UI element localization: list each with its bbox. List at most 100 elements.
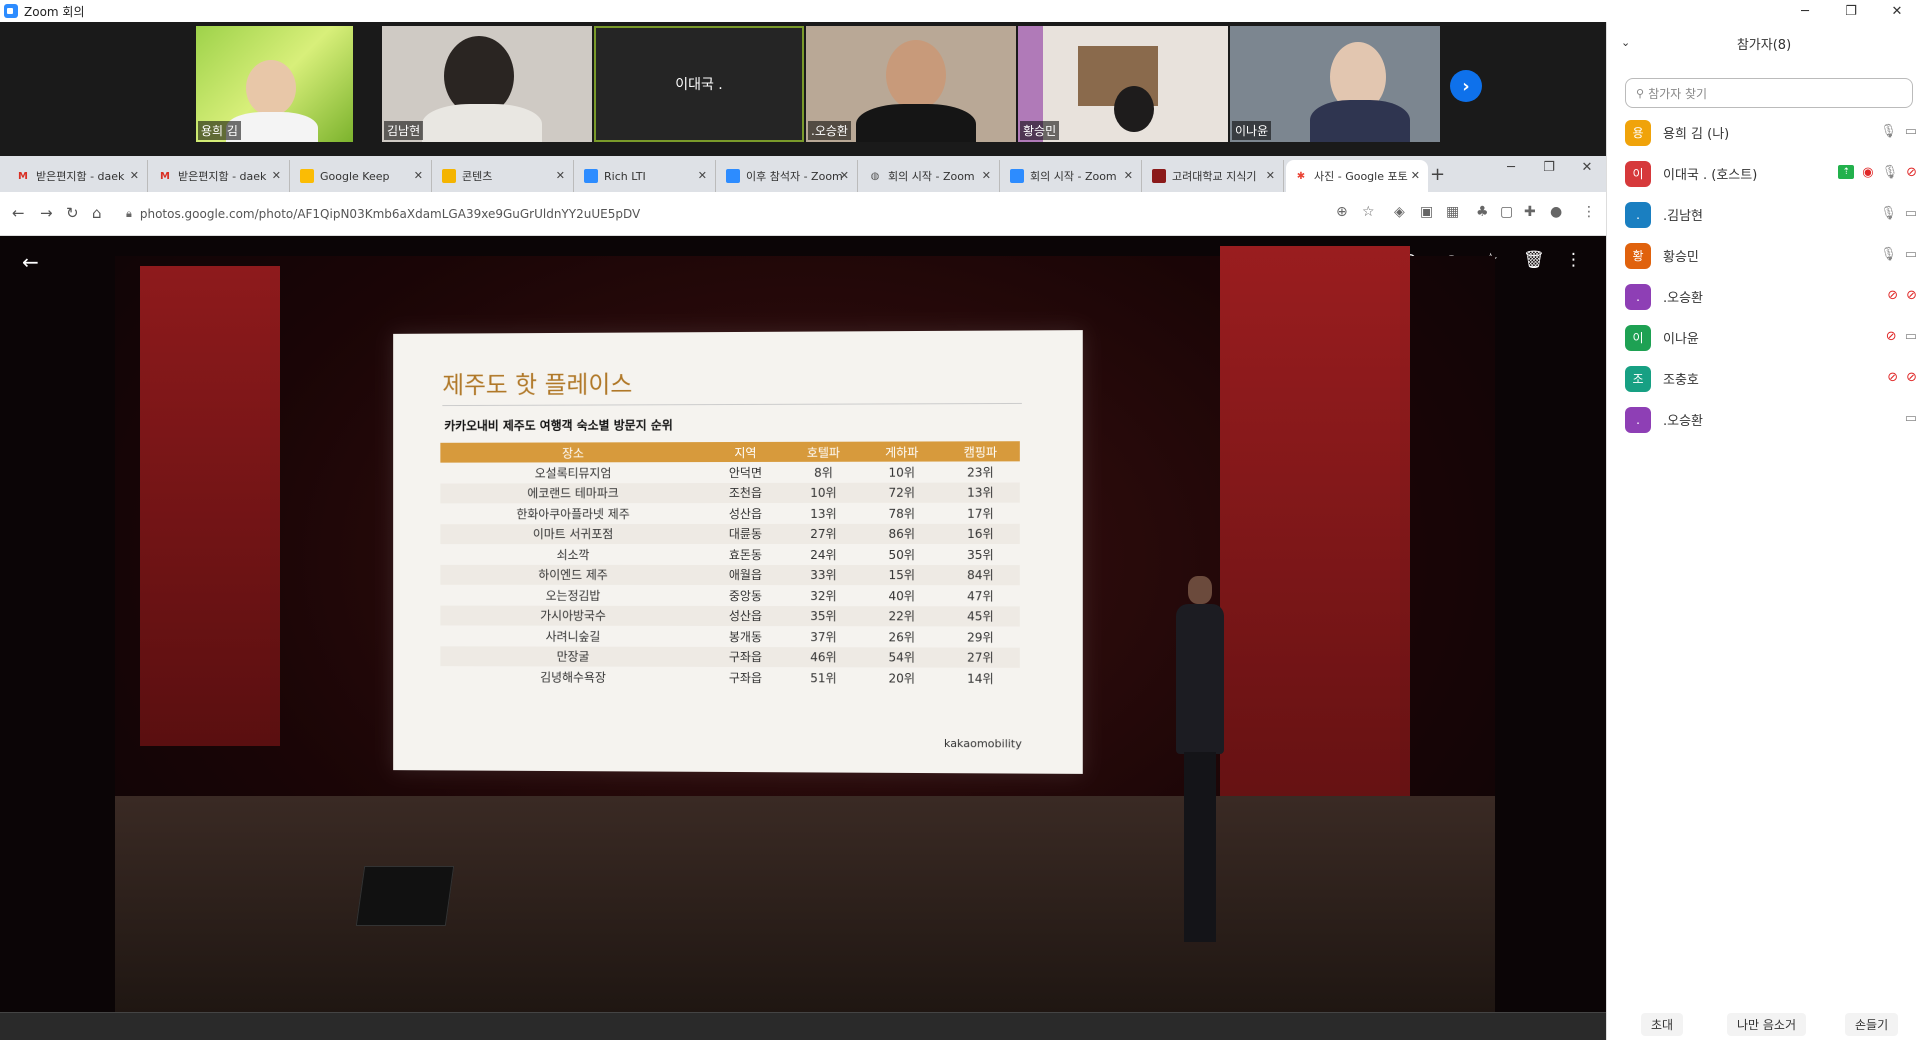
table-cell: 효돈동: [728, 547, 762, 562]
close-tab-icon[interactable]: ✕: [272, 169, 281, 182]
close-button[interactable]: ✕: [1874, 0, 1920, 22]
participant-row[interactable]: 조 조충호 ⊘ ⊘: [1607, 358, 1920, 399]
video-off-icon[interactable]: ⊘: [1906, 165, 1917, 180]
back-arrow-icon[interactable]: ←: [22, 250, 39, 274]
new-tab-button[interactable]: +: [1430, 164, 1445, 185]
tab-label: Google Keep: [320, 169, 390, 183]
slide-title: 제주도 핫 플레이스: [442, 370, 633, 400]
mic-icon[interactable]: 🎙︎: [1880, 124, 1897, 139]
gallery-next-button[interactable]: ›: [1450, 70, 1482, 102]
more-options-icon[interactable]: ⋮: [1565, 250, 1582, 270]
mic-icon[interactable]: 🎙︎: [1882, 165, 1899, 180]
table-cell: 쇠소깍: [556, 547, 590, 562]
screen-share-icon[interactable]: ⇡: [1838, 165, 1855, 179]
participant-row[interactable]: 용 용희 김 (나) 🎙︎ ▭: [1607, 112, 1920, 153]
video-off-icon[interactable]: ⊘: [1906, 288, 1917, 303]
mic-muted-icon[interactable]: ⊘: [1886, 329, 1897, 344]
table-row: 가시아방국수 성산읍 35위 22위 45위: [440, 605, 1020, 627]
close-tab-icon[interactable]: ✕: [1411, 169, 1420, 182]
close-tab-icon[interactable]: ✕: [414, 169, 423, 182]
forward-icon[interactable]: →: [40, 204, 53, 222]
video-tile[interactable]: .오승환: [806, 26, 1016, 142]
browser-tab[interactable]: 이후 참석자 - Zoom ✕: [718, 160, 858, 192]
table-cell: 안덕면: [728, 465, 762, 480]
browser-tab[interactable]: Google Keep ✕: [292, 160, 432, 192]
table-cell: 15위: [862, 564, 942, 586]
close-tab-icon[interactable]: ✕: [1266, 169, 1275, 182]
close-tab-icon[interactable]: ✕: [556, 169, 565, 182]
puzzle-icon[interactable]: ✚: [1524, 204, 1536, 220]
delete-icon[interactable]: 🗑︎: [1523, 250, 1545, 270]
video-off-icon[interactable]: ⊘: [1906, 370, 1917, 385]
participant-row[interactable]: 이 이나윤 ⊘ ▭: [1607, 317, 1920, 358]
reload-icon[interactable]: ↻: [66, 204, 79, 222]
profile-avatar-icon[interactable]: ●: [1550, 204, 1562, 220]
browser-tab[interactable]: M 받은편지함 - daek ✕: [150, 160, 290, 192]
home-icon[interactable]: ⌂: [92, 204, 102, 222]
projected-slide: 제주도 핫 플레이스 카카오내비 제주도 여행객 숙소별 방문지 순위 장소 지역…: [393, 330, 1083, 774]
tab-strip: M 받은편지함 - daek ✕ M 받은편지함 - daek ✕ Google Kee…: [0, 156, 1606, 192]
url-text: photos.google.com/photo/AF1QipN03Kmb6aXd…: [139, 207, 641, 221]
mic-muted-icon[interactable]: ⊘: [1887, 288, 1898, 303]
zoom-icon: [584, 169, 598, 183]
menu-kebab-icon[interactable]: ⋮: [1582, 204, 1596, 220]
address-bar[interactable]: 🔒︎ photos.google.com/photo/AF1QipN03Kmb6…: [126, 199, 1326, 229]
restore-button[interactable]: ❐: [1828, 0, 1874, 22]
browser-tab[interactable]: Rich LTI ✕: [576, 160, 716, 192]
video-tile[interactable]: 용희 김: [196, 26, 353, 142]
extension-calendar-icon[interactable]: ▦: [1446, 204, 1459, 220]
photo-viewer: ← ⇪ ☰ ⊕ ⓘ ☆ 🗑︎ ⋮ 제주도 핫 플레이스 카카오내비 제주도 여행…: [0, 236, 1606, 1012]
mic-muted-icon[interactable]: ⊘: [1887, 370, 1898, 385]
table-cell: 16위: [941, 523, 1020, 544]
browser-tab[interactable]: 고려대학교 지식기 ✕: [1144, 160, 1284, 192]
browser-tab[interactable]: M 받은편지함 - daek ✕: [8, 160, 148, 192]
participant-row[interactable]: 이 이대국 . (호스트) ⇡ ◉ 🎙︎ ⊘: [1607, 153, 1920, 194]
raise-hand-button[interactable]: 손들기: [1845, 1013, 1899, 1036]
stage-floor: [115, 796, 1495, 1012]
bookmark-star-icon[interactable]: ☆: [1362, 204, 1375, 220]
browser-tab[interactable]: 콘텐츠 ✕: [434, 160, 574, 192]
video-tile[interactable]: 황승민: [1018, 26, 1228, 142]
extension-leaf-icon[interactable]: ♣: [1476, 204, 1489, 220]
recording-icon[interactable]: ◉: [1862, 165, 1873, 180]
video-camera-icon[interactable]: ▭: [1905, 206, 1917, 221]
close-tab-icon[interactable]: ✕: [1124, 169, 1133, 182]
video-tile[interactable]: 김남현: [382, 26, 592, 142]
participant-status-icons: 🎙︎ ▭: [1880, 206, 1917, 221]
video-tile[interactable]: 이나윤: [1230, 26, 1440, 142]
browser-tab[interactable]: ◍ 회의 시작 - Zoom ✕: [860, 160, 1000, 192]
location-icon[interactable]: ⊕: [1336, 204, 1348, 220]
mute-me-button[interactable]: 나만 음소거: [1727, 1013, 1807, 1036]
video-camera-icon[interactable]: ▭: [1905, 329, 1917, 344]
extension-icon[interactable]: ▣: [1420, 204, 1433, 220]
participant-row[interactable]: . .김남현 🎙︎ ▭: [1607, 194, 1920, 235]
table-row: 에코랜드 테마파크 조천읍 10위 72위 13위: [440, 482, 1020, 504]
zoom-extension-icon[interactable]: ▢: [1500, 204, 1513, 220]
mic-icon[interactable]: 🎙︎: [1880, 247, 1897, 262]
table-cell: 에코랜드 테마파크: [440, 482, 707, 504]
browser-tab-active[interactable]: ✱ 사진 - Google 포토 ✕: [1286, 160, 1428, 192]
close-tab-icon[interactable]: ✕: [130, 169, 139, 182]
participant-row[interactable]: 황 황승민 🎙︎ ▭: [1607, 235, 1920, 276]
invite-button[interactable]: 초대: [1641, 1013, 1684, 1036]
participant-row[interactable]: . .오승환 ▭: [1607, 399, 1920, 440]
video-gallery: 용희 김 김남현 이대국 . .오승환 황승민 이나윤 ›: [0, 22, 1606, 144]
close-tab-icon[interactable]: ✕: [840, 169, 849, 182]
video-camera-icon[interactable]: ▭: [1905, 411, 1917, 426]
browser-tab[interactable]: 회의 시작 - Zoom ✕: [1002, 160, 1142, 192]
slide-divider: [442, 402, 1022, 407]
close-tab-icon[interactable]: ✕: [982, 169, 991, 182]
browser-restore-button[interactable]: ❐: [1530, 160, 1568, 175]
extension-shield-icon[interactable]: ◈: [1394, 204, 1405, 220]
browser-minimize-button[interactable]: ─: [1492, 160, 1530, 175]
mic-icon[interactable]: 🎙︎: [1880, 206, 1897, 221]
video-tile-active-speaker[interactable]: 이대국 .: [594, 26, 804, 142]
video-camera-icon[interactable]: ▭: [1905, 124, 1917, 139]
close-tab-icon[interactable]: ✕: [698, 169, 707, 182]
participant-row[interactable]: . .오승환 ⊘ ⊘: [1607, 276, 1920, 317]
back-icon[interactable]: ←: [12, 204, 25, 222]
participant-search-input[interactable]: ⚲ 참가자 찾기: [1625, 78, 1913, 108]
minimize-button[interactable]: ─: [1782, 0, 1828, 22]
browser-close-button[interactable]: ✕: [1568, 160, 1606, 175]
video-camera-icon[interactable]: ▭: [1905, 247, 1917, 262]
